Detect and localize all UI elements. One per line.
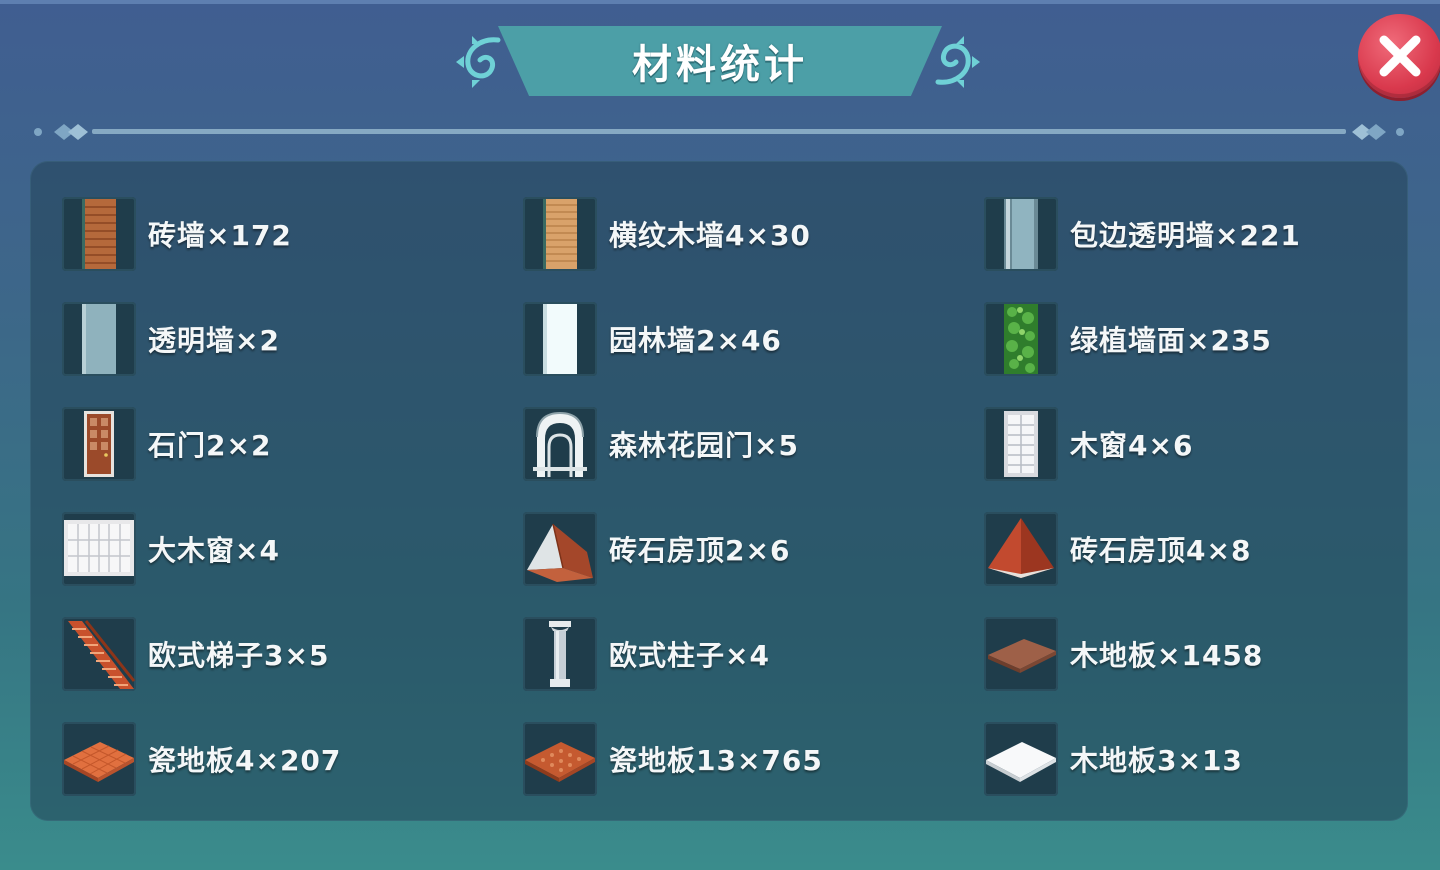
material-thumbnail	[984, 407, 1058, 481]
brick-roof-pyramid-icon	[988, 518, 1054, 578]
green-plant-wall-icon	[1004, 304, 1038, 374]
material-label: 石门2×2	[148, 429, 272, 462]
material-item: 砖墙×172	[62, 195, 292, 273]
wood-window-icon	[1004, 411, 1038, 477]
white-floor-icon	[986, 742, 1056, 782]
tile-floor-icon	[64, 742, 134, 782]
material-thumbnail	[984, 512, 1058, 586]
material-label: 瓷地板4×207	[148, 744, 342, 777]
glass-wall-icon	[82, 304, 116, 374]
material-item: 石门2×2	[62, 405, 271, 483]
material-item: 透明墙×2	[62, 300, 280, 378]
material-item: 绿植墙面×235	[984, 300, 1272, 378]
material-label: 砖石房顶4×8	[1070, 534, 1252, 567]
material-label: 透明墙×2	[148, 324, 280, 357]
material-item: 木窗4×6	[984, 405, 1193, 483]
material-label: 欧式梯子3×5	[148, 639, 330, 672]
material-label: 欧式柱子×4	[609, 639, 770, 672]
material-item: 砖石房顶2×6	[523, 510, 790, 588]
material-thumbnail	[62, 302, 136, 376]
large-wood-window-icon	[64, 520, 134, 576]
stone-door-icon	[84, 411, 114, 477]
material-label: 绿植墙面×235	[1070, 324, 1272, 357]
brick-roof-gable-icon	[527, 523, 593, 582]
material-item: 欧式梯子3×5	[62, 615, 329, 693]
material-label: 木地板3×13	[1070, 744, 1243, 777]
swirl-ornament-right-icon	[935, 36, 980, 88]
material-item: 瓷地板4×207	[62, 720, 341, 798]
material-item: 瓷地板13×765	[523, 720, 823, 798]
material-label: 砖石房顶2×6	[609, 534, 791, 567]
tile-floor-grid-icon	[525, 742, 595, 782]
garden-wall-icon	[543, 304, 577, 374]
material-thumbnail	[523, 302, 597, 376]
material-thumbnail	[523, 617, 597, 691]
framed-glass-wall-icon	[1004, 199, 1038, 269]
material-thumbnail	[984, 617, 1058, 691]
material-item: 园林墙2×46	[523, 300, 782, 378]
title-banner: 材料统计	[498, 26, 942, 96]
material-thumbnail	[523, 197, 597, 271]
page-title: 材料统计	[632, 42, 808, 88]
material-label: 木窗4×6	[1070, 429, 1194, 462]
material-thumbnail	[62, 197, 136, 271]
brick-wall-icon	[82, 199, 116, 269]
material-item: 砖石房顶4×8	[984, 510, 1251, 588]
close-x-icon	[1379, 35, 1421, 77]
top-frame	[0, 0, 1440, 4]
material-thumbnail	[62, 722, 136, 796]
material-thumbnail	[523, 722, 597, 796]
material-label: 瓷地板13×765	[609, 744, 823, 777]
material-label: 包边透明墙×221	[1070, 219, 1301, 252]
material-thumbnail	[62, 407, 136, 481]
forest-garden-gate-icon	[533, 411, 587, 477]
european-column-icon	[549, 621, 571, 687]
material-thumbnail	[62, 512, 136, 586]
material-thumbnail	[523, 407, 597, 481]
material-label: 木地板×1458	[1070, 639, 1264, 672]
material-label: 大木窗×4	[148, 534, 280, 567]
material-thumbnail	[984, 197, 1058, 271]
material-item: 欧式柱子×4	[523, 615, 770, 693]
material-label: 横纹木墙4×30	[609, 219, 811, 252]
material-item: 木地板×1458	[984, 615, 1263, 693]
material-label: 园林墙2×46	[609, 324, 782, 357]
material-item: 木地板3×13	[984, 720, 1243, 798]
materials-panel: 砖墙×172 横纹木墙4×30 包边透明墙×221 透明墙×2 园林墙2×46 …	[30, 161, 1408, 821]
material-thumbnail	[523, 512, 597, 586]
material-thumbnail	[62, 617, 136, 691]
material-item: 大木窗×4	[62, 510, 280, 588]
material-label: 森林花园门×5	[609, 429, 799, 462]
close-button[interactable]	[1358, 14, 1440, 98]
material-item: 横纹木墙4×30	[523, 195, 811, 273]
material-thumbnail	[984, 302, 1058, 376]
material-thumbnail	[984, 722, 1058, 796]
material-item: 森林花园门×5	[523, 405, 799, 483]
material-label: 砖墙×172	[148, 219, 292, 252]
title-divider	[34, 124, 1404, 140]
wood-floor-icon	[988, 639, 1056, 673]
wood-wall-icon	[543, 199, 577, 269]
material-item: 包边透明墙×221	[984, 195, 1301, 273]
european-stairs-icon	[68, 620, 136, 689]
material-stats-screen: 材料统计 砖墙×172 横纹木墙4×30 包边透明墙×221 透明墙×2 园林墙…	[0, 0, 1440, 870]
